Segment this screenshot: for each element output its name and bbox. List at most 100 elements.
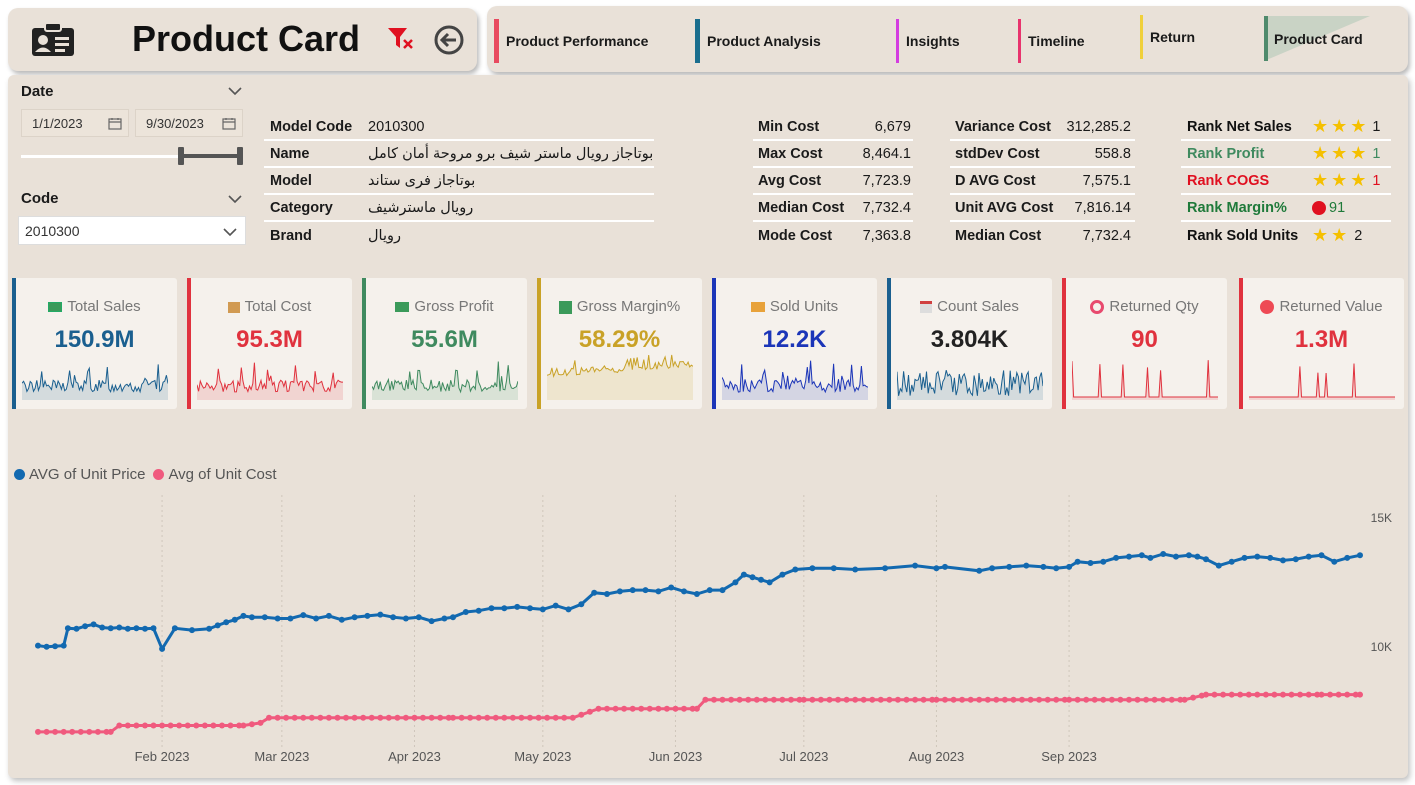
data-point[interactable] bbox=[86, 728, 93, 735]
data-point[interactable] bbox=[343, 714, 349, 721]
data-point[interactable] bbox=[77, 728, 84, 735]
data-point[interactable] bbox=[877, 696, 884, 703]
data-point[interactable] bbox=[552, 714, 559, 721]
data-point[interactable] bbox=[800, 696, 807, 703]
data-point[interactable] bbox=[1194, 553, 1201, 560]
data-point[interactable] bbox=[1318, 552, 1325, 559]
data-point[interactable] bbox=[1138, 552, 1145, 559]
data-point[interactable] bbox=[655, 705, 662, 712]
data-point[interactable] bbox=[967, 696, 974, 703]
slider-handle-end[interactable] bbox=[237, 147, 243, 165]
data-point[interactable] bbox=[852, 696, 859, 703]
data-point[interactable] bbox=[882, 565, 889, 572]
date-range-slider[interactable] bbox=[21, 147, 243, 165]
data-point[interactable] bbox=[385, 714, 392, 721]
data-point[interactable] bbox=[604, 705, 610, 712]
slider-handle-start[interactable] bbox=[178, 147, 184, 165]
data-point[interactable] bbox=[527, 714, 533, 721]
data-point[interactable] bbox=[124, 625, 131, 632]
data-point[interactable] bbox=[1271, 691, 1278, 698]
data-point[interactable] bbox=[248, 721, 255, 728]
data-point[interactable] bbox=[287, 615, 294, 622]
data-point[interactable] bbox=[843, 696, 850, 703]
data-point[interactable] bbox=[82, 623, 89, 630]
data-point[interactable] bbox=[1074, 558, 1081, 565]
data-point[interactable] bbox=[612, 705, 619, 712]
data-point[interactable] bbox=[35, 728, 41, 735]
data-point[interactable] bbox=[325, 612, 332, 619]
back-arrow-icon[interactable] bbox=[433, 24, 465, 61]
data-point[interactable] bbox=[509, 714, 516, 721]
data-point[interactable] bbox=[360, 714, 367, 721]
legend-label-cost[interactable]: Avg of Unit Cost bbox=[168, 466, 276, 483]
data-point[interactable] bbox=[711, 696, 717, 703]
data-point[interactable] bbox=[942, 696, 948, 703]
data-point[interactable] bbox=[1091, 696, 1098, 703]
data-point[interactable] bbox=[415, 614, 422, 621]
data-point[interactable] bbox=[595, 705, 602, 712]
data-point[interactable] bbox=[402, 615, 409, 622]
data-point[interactable] bbox=[1203, 556, 1209, 563]
data-point[interactable] bbox=[1305, 553, 1312, 560]
data-point[interactable] bbox=[467, 714, 474, 721]
data-point[interactable] bbox=[826, 696, 833, 703]
data-point[interactable] bbox=[1331, 558, 1338, 565]
data-point[interactable] bbox=[142, 722, 148, 729]
data-point[interactable] bbox=[1083, 696, 1090, 703]
data-point[interactable] bbox=[950, 696, 957, 703]
data-point[interactable] bbox=[257, 719, 264, 726]
data-point[interactable] bbox=[1357, 552, 1363, 559]
data-point[interactable] bbox=[99, 624, 106, 631]
data-point[interactable] bbox=[1280, 557, 1286, 564]
data-point[interactable] bbox=[1173, 553, 1179, 560]
data-point[interactable] bbox=[1288, 691, 1295, 698]
data-point[interactable] bbox=[591, 589, 598, 596]
data-point[interactable] bbox=[702, 696, 709, 703]
data-point[interactable] bbox=[514, 603, 521, 610]
data-point[interactable] bbox=[569, 714, 576, 721]
data-point[interactable] bbox=[736, 696, 743, 703]
data-point[interactable] bbox=[1203, 691, 1209, 698]
kpi-card-total-sales[interactable]: Total Sales 150.9M bbox=[12, 278, 177, 409]
data-point[interactable] bbox=[693, 591, 700, 597]
data-point[interactable] bbox=[732, 579, 739, 586]
data-point[interactable] bbox=[745, 696, 752, 703]
data-point[interactable] bbox=[1023, 562, 1030, 569]
data-point[interactable] bbox=[1357, 691, 1363, 698]
data-point[interactable] bbox=[1220, 691, 1227, 698]
data-point[interactable] bbox=[206, 625, 213, 632]
data-point[interactable] bbox=[809, 696, 816, 703]
data-point[interactable] bbox=[728, 696, 735, 703]
data-point[interactable] bbox=[1185, 552, 1192, 559]
data-point[interactable] bbox=[390, 614, 397, 621]
data-point[interactable] bbox=[642, 587, 649, 594]
data-point[interactable] bbox=[1126, 696, 1132, 703]
data-point[interactable] bbox=[809, 565, 816, 572]
data-point[interactable] bbox=[1215, 562, 1222, 569]
data-point[interactable] bbox=[313, 615, 320, 622]
data-point[interactable] bbox=[484, 714, 491, 721]
data-point[interactable] bbox=[325, 714, 332, 721]
data-point[interactable] bbox=[227, 722, 234, 729]
data-point[interactable] bbox=[1147, 554, 1154, 561]
data-point[interactable] bbox=[770, 696, 777, 703]
data-point[interactable] bbox=[501, 605, 508, 612]
data-point[interactable] bbox=[1074, 696, 1081, 703]
data-point[interactable] bbox=[852, 566, 859, 573]
data-point[interactable] bbox=[308, 714, 315, 721]
data-point[interactable] bbox=[171, 625, 178, 632]
data-point[interactable] bbox=[681, 705, 687, 712]
nav-product-performance[interactable]: Product Performance bbox=[494, 19, 648, 63]
data-point[interactable] bbox=[394, 714, 401, 721]
nav-product-card[interactable]: Product Card bbox=[1264, 16, 1370, 61]
data-point[interactable] bbox=[1001, 696, 1008, 703]
data-point[interactable] bbox=[616, 588, 623, 595]
data-point[interactable] bbox=[1010, 696, 1017, 703]
data-point[interactable] bbox=[1335, 691, 1342, 698]
data-point[interactable] bbox=[1006, 563, 1013, 570]
data-point[interactable] bbox=[317, 714, 324, 721]
data-point[interactable] bbox=[984, 696, 991, 703]
data-point[interactable] bbox=[69, 728, 76, 735]
nav-insights[interactable]: Insights bbox=[896, 19, 960, 63]
data-point[interactable] bbox=[1181, 696, 1188, 703]
